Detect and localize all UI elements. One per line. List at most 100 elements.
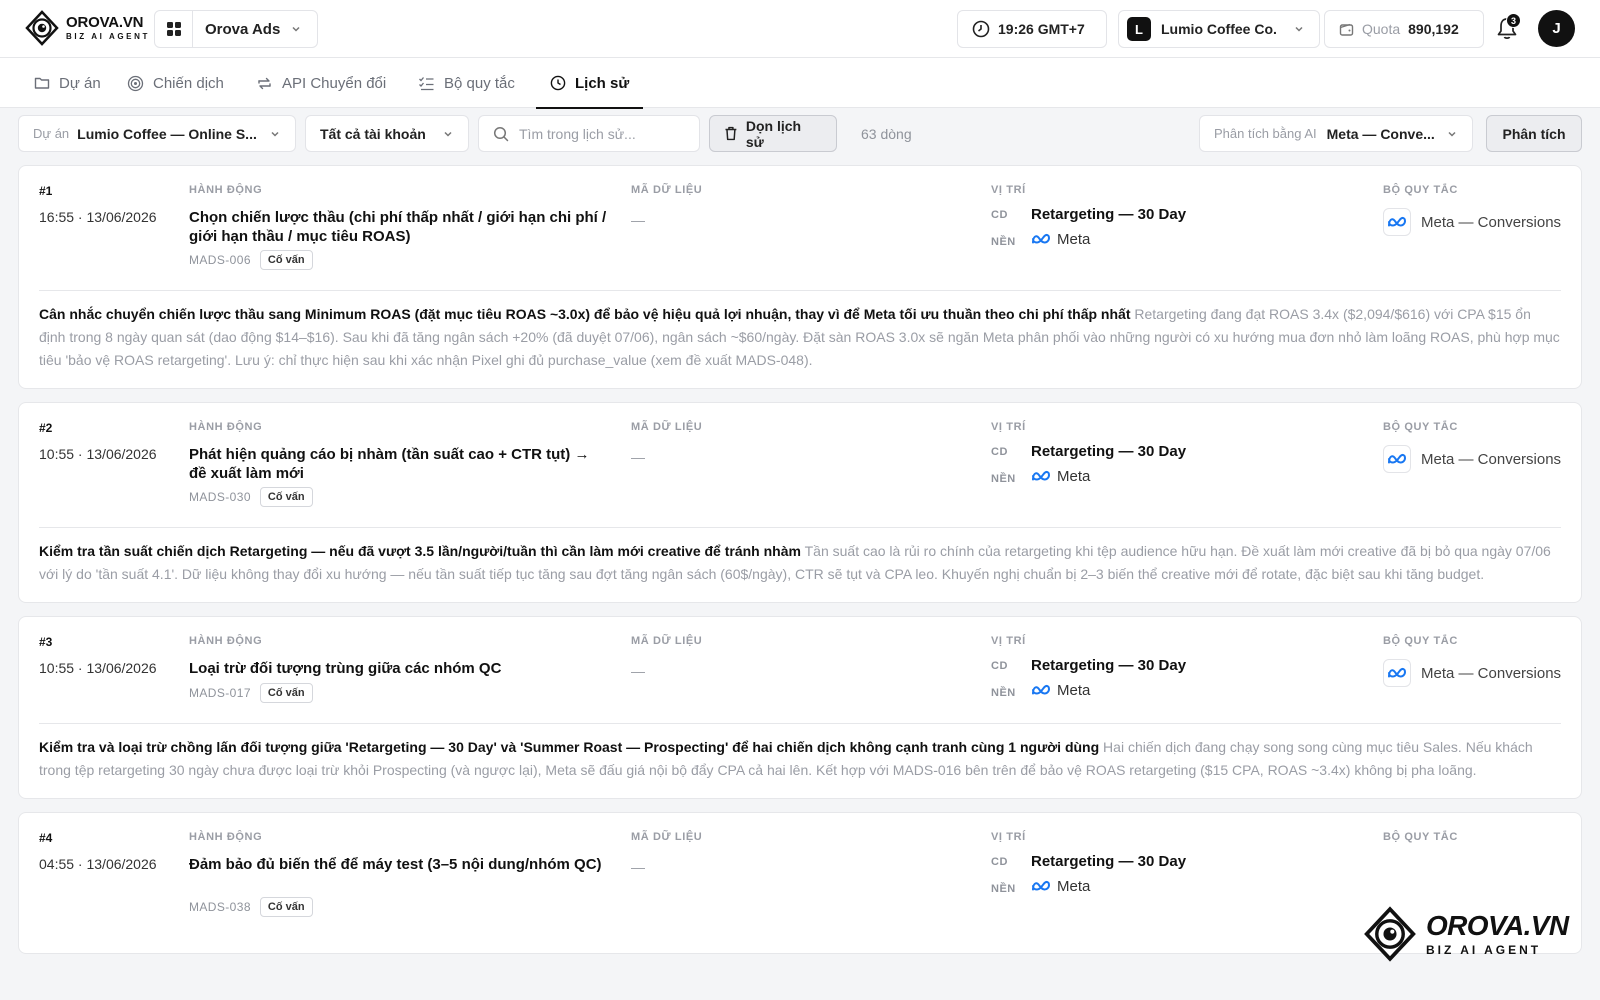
column-header-position: VỊ TRÍ [991, 831, 1026, 843]
entry-tag: Cố vấn [259, 487, 313, 507]
brand-subtitle: BIZ AI AGENT [66, 32, 150, 41]
entry-ruleset[interactable]: Meta — Conversions [1383, 659, 1561, 687]
entry-code: MADS-017 [189, 686, 251, 700]
meta-logo-icon [1383, 659, 1411, 687]
entry-tag: Cố vấn [259, 250, 313, 270]
column-header-data-code: MÃ DỮ LIỆU [631, 184, 703, 196]
entry-recommendation: Cân nhắc chuyển chiến lược thầu sang Min… [39, 290, 1561, 388]
entry-meta: MADS-017 Cố vấn [189, 683, 313, 703]
top-bar: OROVA.VN BIZ AI AGENT Orova Ads 19:26 GM… [0, 0, 1600, 58]
history-entry: #2 10:55 · 13/06/2026 HÀNH ĐỘNG Phát hiệ… [18, 402, 1582, 603]
app-name: Orova Ads [205, 20, 281, 38]
column-header-position: VỊ TRÍ [991, 421, 1026, 433]
column-header-ruleset: BỘ QUY TẮC [1383, 831, 1458, 843]
row-count: 63 dòng [861, 126, 912, 142]
tab-label: Lịch sử [575, 74, 630, 92]
history-entry: #1 16:55 · 13/06/2026 HÀNH ĐỘNG Chọn chi… [18, 165, 1582, 389]
main-tabs: Dự án Chiến dịch API Chuyển đổi Bộ quy t… [0, 58, 1600, 109]
wallet-icon [1339, 23, 1354, 36]
accounts-filter[interactable]: Tất cả tài khoản [305, 115, 469, 152]
entry-ruleset[interactable]: Meta — Conversions [1383, 208, 1561, 236]
entry-campaign: Retargeting — 30 Day [1031, 443, 1187, 460]
project-filter-value: Lumio Coffee — Online S... [77, 125, 257, 142]
campaign-key: CD [991, 659, 1008, 672]
analyze-button[interactable]: Phân tích [1486, 115, 1582, 152]
clear-history-label: Dọn lịch sử [745, 117, 802, 150]
column-header-ruleset: BỘ QUY TẮC [1383, 635, 1458, 647]
column-header-ruleset: BỘ QUY TẮC [1383, 184, 1458, 196]
entry-meta: MADS-006 Cố vấn [189, 250, 313, 270]
entry-data-code: — [631, 859, 645, 875]
entry-code: MADS-030 [189, 490, 251, 504]
clock-text: 19:26 GMT+7 [998, 21, 1085, 37]
quota-display: Quota 890,192 [1324, 10, 1484, 48]
entry-campaign-row: CD Retargeting — 30 Day [991, 206, 1186, 223]
quota-value: 890,192 [1408, 21, 1459, 37]
entry-platform: Meta [1057, 230, 1091, 248]
history-entry: #4 04:55 · 13/06/2026 HÀNH ĐỘNG Đảm bảo … [18, 812, 1582, 954]
entry-tag: Cố vấn [259, 683, 313, 703]
entry-platform-row: NỀN Meta [991, 230, 1091, 249]
clock-icon [550, 75, 566, 91]
notification-badge: 3 [1506, 13, 1521, 28]
app-switcher[interactable]: Orova Ads [154, 10, 318, 48]
clock-icon [972, 20, 990, 38]
column-header-position: VỊ TRÍ [991, 635, 1026, 647]
account-selector[interactable]: L Lumio Coffee Co. [1118, 10, 1320, 48]
orova-logo-icon [25, 10, 59, 46]
entry-platform: Meta [1057, 877, 1091, 895]
project-filter[interactable]: Dự án Lumio Coffee — Online S... [18, 115, 296, 152]
chevron-down-icon [292, 26, 300, 32]
history-search-input[interactable]: Tìm trong lịch sử... [478, 115, 700, 152]
chevron-down-icon [1295, 26, 1303, 32]
brand-logo[interactable]: OROVA.VN BIZ AI AGENT [24, 8, 150, 48]
trash-icon [725, 126, 737, 141]
entry-number: #4 [39, 831, 53, 845]
tab-campaigns[interactable]: Chiến dịch [127, 58, 224, 108]
orova-logo-icon [1364, 906, 1416, 962]
entry-campaign-row: CD Retargeting — 30 Day [991, 853, 1186, 870]
entry-number: #2 [39, 421, 53, 435]
meta-logo-icon [1032, 470, 1051, 481]
entry-ruleset-name: Meta — Conversions [1421, 664, 1562, 682]
brand-name: OROVA.VN [66, 14, 144, 31]
entry-action: Chọn chiến lược thầu (chi phí thấp nhất … [189, 209, 607, 245]
entry-data-code: — [631, 212, 645, 228]
filter-bar: Dự án Lumio Coffee — Online S... Tất cả … [0, 108, 1600, 158]
column-header-position: VỊ TRÍ [991, 184, 1026, 196]
entry-meta: MADS-030 Cố vấn [189, 487, 313, 507]
search-icon [493, 126, 509, 141]
entry-time: 10:55 · 13/06/2026 [39, 446, 157, 462]
clock-display: 19:26 GMT+7 [957, 10, 1107, 48]
entry-summary: Cân nhắc chuyển chiến lược thầu sang Min… [39, 306, 1131, 322]
tab-history[interactable]: Lịch sử [535, 58, 644, 109]
platform-key: NỀN [991, 687, 1016, 699]
tab-label: Dự án [59, 74, 101, 92]
entry-number: #3 [39, 635, 53, 649]
orova-watermark: OROVA.VN BIZ AI AGENT [1362, 906, 1569, 962]
column-header-ruleset: BỘ QUY TẮC [1383, 421, 1458, 433]
search-placeholder: Tìm trong lịch sử... [519, 125, 636, 142]
tab-label: Bộ quy tắc [444, 74, 515, 92]
ai-analysis-selector[interactable]: Phân tích bằng AI Meta — Conve... [1199, 115, 1473, 152]
meta-logo-icon [1032, 880, 1051, 891]
entry-summary: Kiểm tra tần suất chiến dịch Retargeting… [39, 543, 801, 559]
entry-platform-row: NỀN Meta [991, 681, 1090, 700]
clear-history-button[interactable]: Dọn lịch sử [709, 115, 837, 152]
column-header-data-code: MÃ DỮ LIỆU [631, 421, 703, 433]
user-avatar[interactable]: J [1538, 10, 1575, 47]
tab-label: Chiến dịch [153, 74, 224, 92]
entry-action: Loại trừ đối tượng trùng giữa các nhóm Q… [189, 660, 502, 677]
tab-rulesets[interactable]: Bộ quy tắc [418, 58, 515, 108]
history-list: #1 16:55 · 13/06/2026 HÀNH ĐỘNG Chọn chi… [18, 165, 1582, 1000]
ai-analysis-value: Meta — Conve... [1326, 125, 1435, 142]
entry-action: Phát hiện quảng cáo bị nhàm (tần suất ca… [189, 446, 590, 482]
tab-projects[interactable]: Dự án [34, 58, 101, 108]
chevron-down-icon [271, 131, 279, 137]
tab-label: API Chuyển đổi [282, 74, 387, 92]
entry-ruleset[interactable]: Meta — Conversions [1383, 445, 1561, 473]
entry-code: MADS-038 [189, 900, 251, 914]
meta-logo-icon [1032, 684, 1051, 695]
tab-conversion-api[interactable]: API Chuyển đổi [256, 58, 386, 108]
watermark-subtitle: BIZ AI AGENT [1426, 942, 1542, 957]
